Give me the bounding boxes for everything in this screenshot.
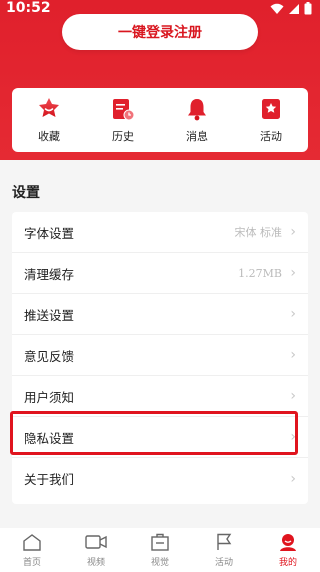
- vision-icon: [149, 532, 171, 552]
- nav-item-activity[interactable]: 活动: [192, 532, 256, 568]
- home-icon: [21, 532, 43, 552]
- setting-label: 用户须知: [24, 389, 75, 405]
- quick-action-label: 历史: [112, 130, 134, 143]
- nav-item-profile[interactable]: 我的: [256, 532, 320, 568]
- video-icon: [85, 532, 107, 552]
- quick-action-activities[interactable]: 活动: [241, 96, 301, 144]
- status-icons: [270, 2, 312, 15]
- nav-label: 视频: [86, 558, 105, 568]
- nav-item-vision[interactable]: 视觉: [128, 532, 192, 568]
- bell-icon: [184, 96, 210, 122]
- setting-row-clear-cache[interactable]: 清理缓存 1.27MB ›: [12, 253, 308, 294]
- chevron-right-icon: ›: [290, 347, 296, 363]
- quick-action-history[interactable]: 历史: [93, 96, 153, 144]
- favorite-icon: [36, 96, 62, 122]
- chevron-right-icon: ›: [290, 306, 296, 322]
- login-register-label: 一键登录注册: [118, 25, 202, 41]
- setting-value: 宋体 标准: [234, 226, 283, 239]
- setting-row-feedback[interactable]: 意见反馈 ›: [12, 335, 308, 376]
- chevron-right-icon: ›: [290, 388, 296, 404]
- chevron-right-icon: ›: [290, 265, 296, 281]
- signal-icon: [289, 3, 299, 14]
- chevron-right-icon: ›: [290, 224, 296, 240]
- setting-label: 关于我们: [24, 472, 75, 487]
- activity-icon: [258, 96, 284, 122]
- nav-label: 视觉: [150, 558, 169, 568]
- chevron-right-icon: ›: [290, 429, 296, 445]
- setting-row-font[interactable]: 字体设置 宋体 标准 ›: [12, 212, 308, 253]
- nav-label: 我的: [278, 558, 297, 568]
- quick-action-label: 消息: [186, 130, 208, 143]
- flag-icon: [213, 532, 235, 552]
- bottom-nav: 首页 视频 视觉 活动 我的: [0, 528, 320, 572]
- setting-label: 隐私设置: [24, 430, 75, 446]
- setting-row-push[interactable]: 推送设置 ›: [12, 294, 308, 335]
- history-icon: [110, 96, 136, 122]
- quick-action-messages[interactable]: 消息: [167, 96, 227, 144]
- status-time: 10:52: [6, 0, 51, 16]
- login-register-button[interactable]: 一键登录注册: [62, 14, 258, 50]
- settings-section-title: 设置: [12, 185, 40, 201]
- setting-value: 1.27MB: [238, 266, 282, 280]
- setting-row-about[interactable]: 关于我们 ›: [12, 458, 308, 499]
- nav-label: 首页: [22, 558, 41, 568]
- wifi-icon: [270, 3, 284, 14]
- setting-row-user-notice[interactable]: 用户须知 ›: [12, 376, 308, 417]
- settings-list: 字体设置 宋体 标准 › 清理缓存 1.27MB › 推送设置 › 意见反馈 ›…: [12, 212, 308, 504]
- quick-actions-card: 收藏 历史 消息 活动: [12, 88, 308, 152]
- nav-label: 活动: [214, 558, 233, 568]
- setting-label: 清理缓存: [24, 266, 75, 282]
- nav-item-home[interactable]: 首页: [0, 532, 64, 568]
- setting-label: 字体设置: [24, 225, 75, 241]
- setting-row-privacy[interactable]: 隐私设置 ›: [12, 417, 308, 458]
- setting-label: 意见反馈: [24, 348, 75, 364]
- chevron-right-icon: ›: [290, 470, 296, 487]
- nav-item-video[interactable]: 视频: [64, 532, 128, 568]
- profile-icon: [277, 532, 299, 552]
- quick-action-favorites[interactable]: 收藏: [19, 96, 79, 144]
- setting-label: 推送设置: [24, 307, 75, 323]
- battery-icon: [304, 2, 312, 15]
- quick-action-label: 收藏: [38, 130, 60, 143]
- quick-action-label: 活动: [260, 130, 282, 143]
